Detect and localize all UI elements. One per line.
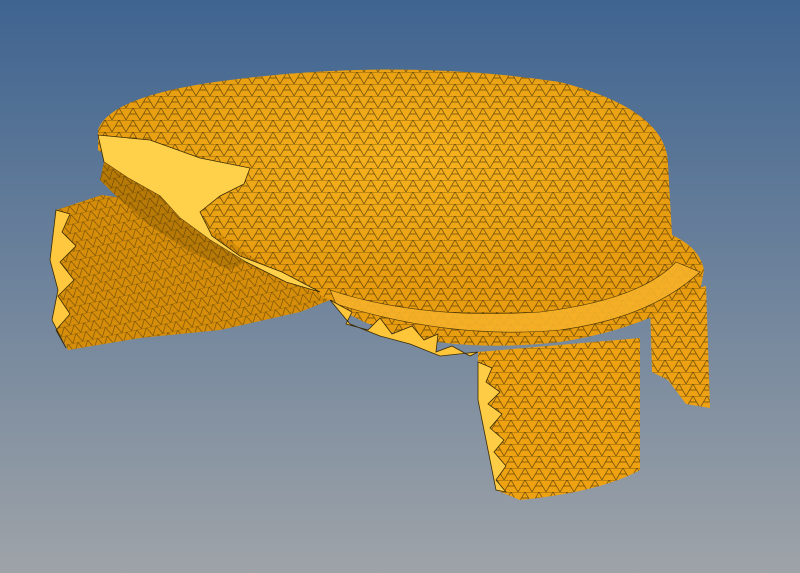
mesh-model-view[interactable] (0, 0, 800, 573)
graphics-viewport[interactable] (0, 0, 800, 573)
